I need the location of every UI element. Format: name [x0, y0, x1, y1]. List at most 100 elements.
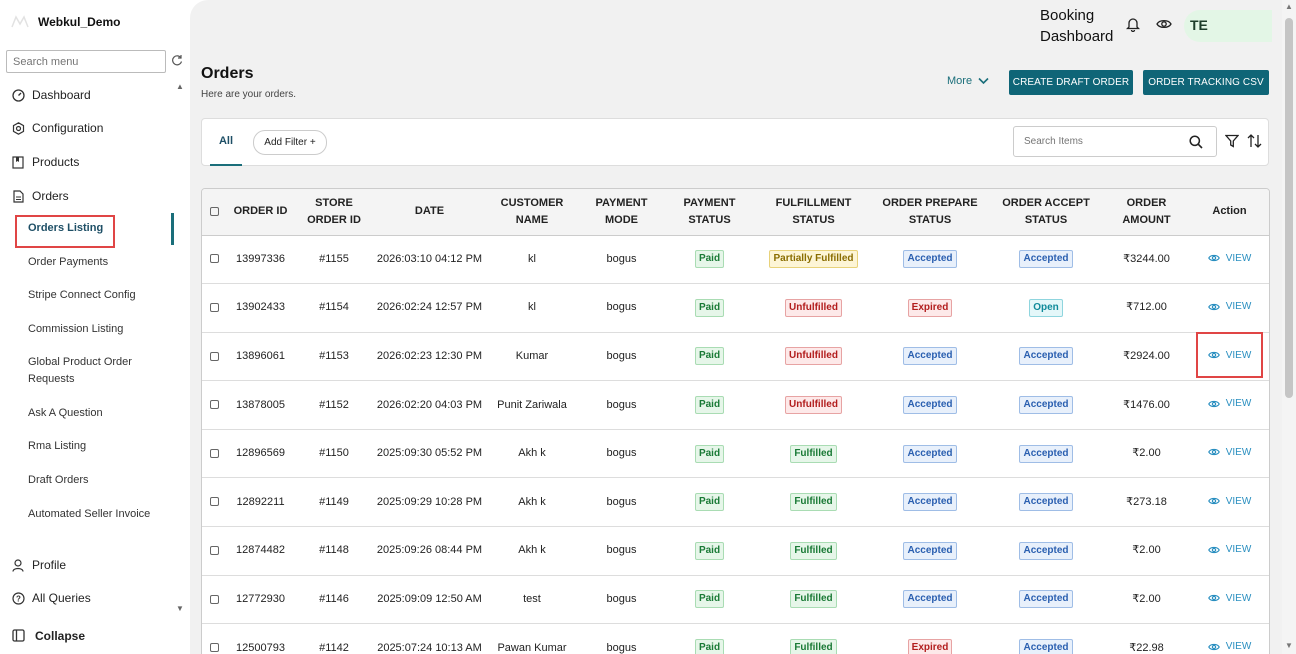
date-cell: 2025:09:26 08:44 PM — [373, 526, 486, 576]
view-order-button[interactable]: VIEW — [1207, 444, 1251, 461]
sidebar-subitem-stripe-connect-config[interactable]: Stripe Connect Config — [28, 287, 168, 304]
date-cell: 2025:09:29 10:28 PM — [373, 477, 486, 528]
row-checkbox[interactable] — [209, 643, 219, 653]
order-amount-cell: ₹2.00 — [1105, 526, 1188, 576]
payment-status-badge: Paid — [694, 590, 725, 609]
table-row[interactable]: 12892211 #1149 2025:09:29 10:28 PM Akh k bog… — [202, 477, 1269, 528]
view-order-button[interactable]: VIEW — [1207, 541, 1252, 558]
table-row[interactable]: 13997336 #1155 2026:03:10 04:12 PM kl bogus P… — [202, 235, 1269, 285]
sidebar-item-dashboard[interactable]: Dashboard — [11, 85, 91, 105]
svg-text:?: ? — [16, 594, 21, 603]
scroll-up-icon[interactable]: ▲ — [1285, 2, 1293, 11]
sidebar-item-products[interactable]: Products — [11, 152, 79, 172]
user-avatar[interactable]: TE — [1184, 10, 1272, 42]
search-items-input[interactable] — [1013, 126, 1217, 157]
eye-icon — [1207, 595, 1220, 602]
row-checkbox-cell[interactable] — [202, 526, 226, 576]
column-header-store-order-id[interactable]: STORE ORDER ID — [295, 189, 373, 236]
create-draft-order-button[interactable]: CREATE DRAFT ORDER — [1009, 70, 1133, 95]
column-header-customer-name[interactable]: CUSTOMER NAME — [486, 189, 578, 236]
sort-icon[interactable] — [1247, 134, 1262, 148]
sidebar-subitem-automated-seller-invoice[interactable]: Automated Seller Invoice — [28, 506, 168, 523]
order-accept-status-badge: Accepted — [1019, 590, 1073, 609]
view-order-button[interactable]: VIEW — [1207, 298, 1251, 315]
view-order-button[interactable]: VIEW — [1207, 638, 1251, 654]
row-checkbox[interactable] — [209, 400, 219, 410]
row-checkbox-cell[interactable] — [202, 332, 226, 382]
row-checkbox[interactable] — [209, 448, 219, 458]
search-icon[interactable] — [1189, 135, 1203, 149]
table-row[interactable]: 13902433 #1154 2026:02:24 12:57 PM kl bogus P… — [202, 283, 1269, 333]
scroll-down-icon[interactable]: ▼ — [1285, 641, 1293, 650]
sidebar-subitem-draft-orders[interactable]: Draft Orders — [28, 472, 168, 489]
fulfillment-status-badge: Fulfilled — [790, 541, 837, 560]
column-header-payment-status[interactable]: PAYMENT STATUS — [665, 189, 754, 236]
table-row[interactable]: 12896569 #1150 2025:09:30 05:52 PM Akh k bog… — [202, 429, 1269, 479]
view-label: VIEW — [1225, 544, 1252, 556]
add-filter-button[interactable]: Add Filter + — [253, 130, 327, 155]
customer-name-cell: Akh k — [486, 526, 578, 576]
order-tracking-csv-button[interactable]: ORDER TRACKING CSV — [1143, 70, 1269, 95]
view-order-button[interactable]: VIEW — [1207, 250, 1251, 267]
collapse-button[interactable]: Collapse — [12, 629, 85, 643]
sidebar-subitem-order-payments[interactable]: Order Payments — [28, 254, 168, 271]
eye-icon[interactable] — [1156, 17, 1172, 31]
sidebar-item-configuration[interactable]: Configuration — [11, 118, 103, 138]
column-header-date[interactable]: DATE — [373, 189, 486, 236]
row-checkbox-cell[interactable] — [202, 477, 226, 528]
store-order-id-cell: #1152 — [295, 380, 373, 430]
brand[interactable]: Webkul_Demo — [8, 9, 120, 35]
column-header-order-prepare-status[interactable]: ORDER PREPARE STATUS — [873, 189, 987, 236]
order-prepare-status-cell: Expired — [873, 283, 987, 333]
table-row[interactable]: 12500793 #1142 2025:07:24 10:13 AM Pawan Ku… — [202, 623, 1269, 654]
filter-icon[interactable] — [1224, 134, 1240, 148]
sidebar-subitem-rma-listing[interactable]: Rma Listing — [28, 438, 168, 455]
table-row[interactable]: 13896061 #1153 2026:02:23 12:30 PM Kumar bog… — [202, 332, 1269, 382]
customer-name-cell: kl — [486, 235, 578, 285]
sidebar-subitem-ask-a-question[interactable]: Ask A Question — [28, 405, 168, 422]
sidebar-item-profile[interactable]: Profile — [11, 555, 66, 575]
row-checkbox-cell[interactable] — [202, 623, 226, 654]
row-checkbox-cell[interactable] — [202, 283, 226, 333]
table-row[interactable]: 13878005 #1152 2026:02:20 04:03 PM Punit Za… — [202, 380, 1269, 430]
row-checkbox-cell[interactable] — [202, 235, 226, 285]
view-order-button[interactable]: VIEW — [1207, 590, 1251, 607]
tab-all[interactable]: All — [210, 119, 242, 166]
row-checkbox[interactable] — [209, 545, 219, 555]
select-all-checkbox[interactable] — [209, 206, 219, 216]
row-checkbox-cell[interactable] — [202, 575, 226, 625]
sidebar-subitem-global-product-order-requests[interactable]: Global Product Order Requests — [28, 354, 168, 388]
table-row[interactable]: 12772930 #1146 2025:09:09 12:50 AM test bogu… — [202, 575, 1269, 625]
scrollbar-thumb[interactable] — [1285, 18, 1293, 398]
row-checkbox[interactable] — [209, 594, 219, 604]
refresh-icon[interactable] — [171, 54, 183, 68]
sidebar-subitem-commission-listing[interactable]: Commission Listing — [28, 321, 168, 338]
order-prepare-status-cell: Accepted — [873, 429, 987, 479]
bell-icon[interactable] — [1125, 16, 1141, 33]
row-checkbox[interactable] — [209, 254, 219, 264]
column-header-fulfillment-status[interactable]: FULFILLMENT STATUS — [754, 189, 873, 236]
select-all-checkbox-cell[interactable] — [202, 189, 226, 236]
row-checkbox-cell[interactable] — [202, 429, 226, 479]
row-checkbox[interactable] — [209, 302, 219, 312]
menu-search-input[interactable] — [6, 50, 166, 73]
row-checkbox[interactable] — [209, 351, 219, 361]
column-header-order-id[interactable]: ORDER ID — [226, 189, 295, 236]
sidebar-scroll-down-icon[interactable]: ▼ — [176, 604, 184, 613]
sidebar-item-all-queries[interactable]: ? All Queries — [11, 588, 91, 608]
table-row[interactable]: 12874482 #1148 2025:09:26 08:44 PM Akh k bog… — [202, 526, 1269, 576]
more-dropdown[interactable]: More — [947, 75, 989, 87]
sidebar-scroll-up-icon[interactable]: ▲ — [176, 82, 184, 91]
sidebar-item-orders[interactable]: Orders — [11, 186, 69, 206]
page-scrollbar[interactable]: ▲ ▼ — [1282, 0, 1296, 654]
booking-dashboard-link[interactable]: Booking Dashboard — [1040, 5, 1120, 47]
order-amount-cell: ₹22.98 — [1105, 623, 1188, 654]
view-order-button[interactable]: VIEW — [1207, 395, 1251, 412]
row-checkbox-cell[interactable] — [202, 380, 226, 430]
eye-icon — [1207, 643, 1220, 650]
row-checkbox[interactable] — [209, 497, 219, 507]
view-order-button[interactable]: VIEW — [1207, 493, 1251, 510]
column-header-payment-mode[interactable]: PAYMENT MODE — [578, 189, 665, 236]
column-header-order-accept-status[interactable]: ORDER ACCEPT STATUS — [987, 189, 1105, 236]
column-header-order-amount[interactable]: ORDER AMOUNT — [1105, 189, 1188, 236]
